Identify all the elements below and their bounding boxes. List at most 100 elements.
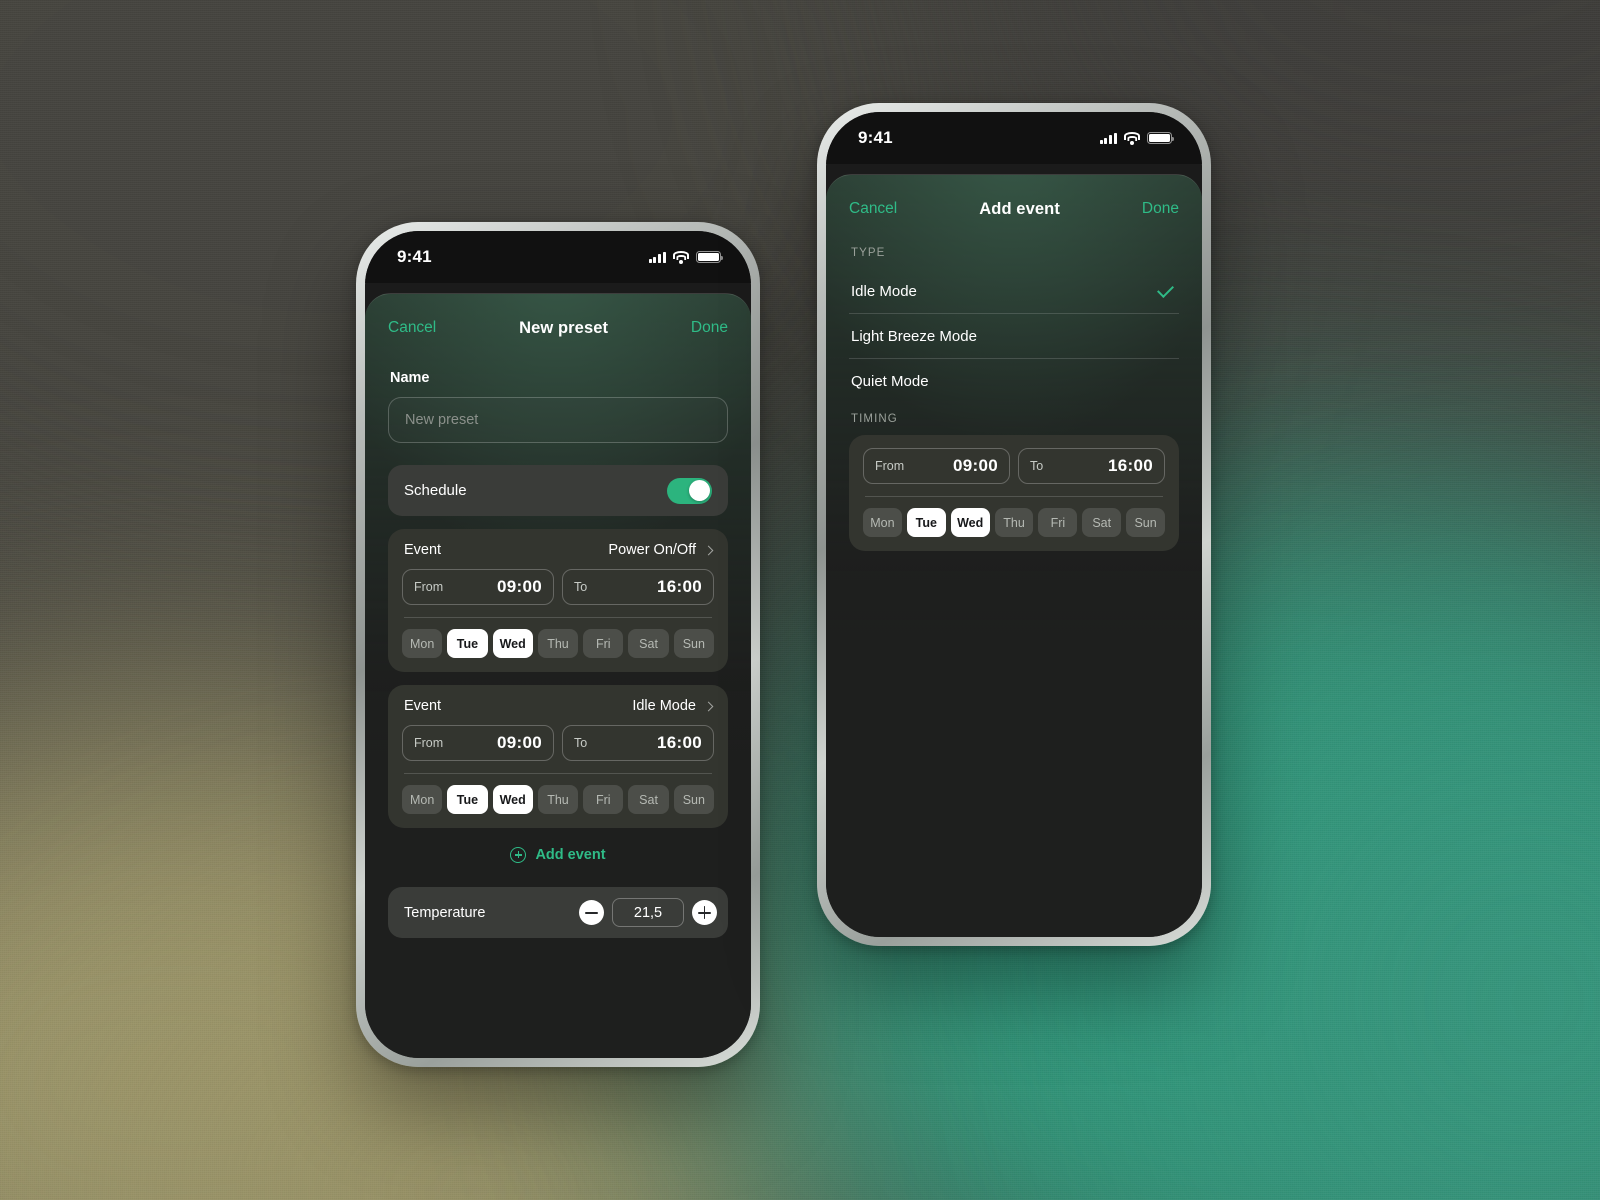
from-time-field[interactable]: From 09:00: [402, 725, 554, 761]
day-chip-wed[interactable]: Wed: [950, 508, 990, 537]
temperature-stepper: 21,5: [579, 898, 717, 927]
to-label: To: [1030, 459, 1044, 473]
plus-circle-icon[interactable]: [692, 900, 717, 925]
day-chip-mon[interactable]: Mon: [402, 785, 443, 814]
cellular-bars-icon: [648, 251, 666, 263]
background-canvas: [0, 0, 1600, 1200]
page-title: Add event: [979, 199, 1060, 218]
done-button[interactable]: Done: [1142, 200, 1179, 218]
temperature-row: Temperature 21,5: [388, 887, 728, 938]
day-chip-tue[interactable]: Tue: [447, 785, 488, 814]
event-label: Event: [404, 698, 442, 714]
phone-screen-add-event: 9:41 Control Heating Cancel Add event Do…: [826, 112, 1202, 937]
event-card: Event Idle Mode From 09:00 To 16:00 Mon …: [388, 685, 728, 828]
minus-circle-icon[interactable]: [579, 900, 604, 925]
battery-full-icon: [1147, 132, 1175, 144]
day-chip-sat[interactable]: Sat: [628, 785, 669, 814]
type-option-label: Idle Mode: [851, 282, 917, 300]
to-value: 16:00: [657, 577, 702, 596]
chevron-right-icon: [703, 545, 714, 555]
day-chip-thu[interactable]: Thu: [537, 629, 579, 658]
to-time-field[interactable]: To 16:00: [562, 725, 714, 761]
temperature-value[interactable]: 21,5: [612, 898, 684, 927]
from-label: From: [414, 580, 444, 594]
from-value: 09:00: [497, 733, 542, 752]
from-value: 09:00: [953, 456, 998, 475]
to-time-field[interactable]: To 16:00: [1018, 448, 1165, 484]
timing-card: From 09:00 To 16:00 Mon Tue Wed Thu Fri …: [849, 435, 1179, 551]
event-card: Event Power On/Off From 09:00 To 16:00 M…: [388, 529, 728, 672]
event-value: Power On/Off: [608, 542, 696, 558]
add-event-label: Add event: [535, 847, 606, 863]
schedule-toggle[interactable]: [667, 477, 712, 504]
type-option-list: Idle Mode Light Breeze Mode Quiet Mode: [849, 269, 1179, 403]
schedule-label: Schedule: [404, 482, 467, 499]
check-icon: [1157, 280, 1174, 298]
type-option-quiet-mode[interactable]: Quiet Mode: [849, 359, 1179, 403]
schedule-row[interactable]: Schedule: [388, 465, 728, 516]
day-chip-sun[interactable]: Sun: [1126, 508, 1166, 537]
phone-add-event: 9:41 Control Heating Cancel Add event Do…: [817, 103, 1211, 946]
day-chip-tue[interactable]: Tue: [447, 629, 488, 658]
divider: [404, 617, 712, 618]
to-label: To: [574, 580, 588, 594]
day-selector: Mon Tue Wed Thu Fri Sat Sun: [402, 629, 714, 658]
day-chip-fri[interactable]: Fri: [583, 629, 624, 658]
time-range-row: From 09:00 To 16:00: [863, 448, 1165, 484]
phone-new-preset: 9:41 Control Heating Cancel New preset D…: [356, 222, 760, 1067]
done-button[interactable]: Done: [691, 319, 728, 337]
type-option-light-breeze-mode[interactable]: Light Breeze Mode: [849, 314, 1179, 358]
type-option-label: Quiet Mode: [851, 372, 929, 390]
phone-screen-new-preset: 9:41 Control Heating Cancel New preset D…: [365, 231, 751, 1058]
cancel-button[interactable]: Cancel: [388, 319, 436, 337]
from-time-field[interactable]: From 09:00: [863, 448, 1010, 484]
day-chip-tue[interactable]: Tue: [906, 508, 946, 537]
timing-section-label: TIMING: [851, 413, 898, 425]
day-chip-sat[interactable]: Sat: [628, 629, 669, 658]
type-option-label: Light Breeze Mode: [851, 327, 977, 345]
day-chip-fri[interactable]: Fri: [583, 785, 624, 814]
add-event-button[interactable]: Add event: [388, 847, 728, 863]
day-chip-sun[interactable]: Sun: [673, 629, 714, 658]
day-chip-sat[interactable]: Sat: [1082, 508, 1122, 537]
day-chip-wed[interactable]: Wed: [492, 629, 533, 658]
status-bar-time: 9:41: [858, 128, 893, 147]
type-section-label: TYPE: [851, 247, 886, 259]
type-option-idle-mode[interactable]: Idle Mode: [849, 269, 1179, 313]
to-value: 16:00: [657, 733, 702, 752]
status-bar-icons: [1099, 132, 1175, 145]
day-chip-mon[interactable]: Mon: [863, 508, 902, 537]
day-chip-mon[interactable]: Mon: [402, 629, 443, 658]
to-time-field[interactable]: To 16:00: [562, 569, 714, 605]
day-chip-wed[interactable]: Wed: [492, 785, 533, 814]
wifi-icon: [673, 251, 689, 264]
event-value: Idle Mode: [632, 698, 696, 714]
event-label: Event: [404, 542, 442, 558]
status-bar: 9:41: [365, 231, 751, 283]
event-type-selector[interactable]: Event Power On/Off: [402, 542, 714, 558]
modal-sheet-add-event: Cancel Add event Done TYPE Idle Mode Lig…: [826, 174, 1202, 937]
day-chip-fri[interactable]: Fri: [1038, 508, 1078, 537]
day-chip-sun[interactable]: Sun: [673, 785, 714, 814]
to-value: 16:00: [1108, 456, 1153, 475]
chevron-right-icon: [703, 701, 714, 711]
from-time-field[interactable]: From 09:00: [402, 569, 554, 605]
temperature-label: Temperature: [404, 904, 486, 921]
sheet-navbar: Cancel New preset Done: [388, 294, 728, 356]
sheet-navbar: Cancel Add event Done: [849, 175, 1179, 237]
event-type-selector[interactable]: Event Idle Mode: [402, 698, 714, 714]
day-chip-thu[interactable]: Thu: [537, 785, 579, 814]
day-chip-thu[interactable]: Thu: [994, 508, 1034, 537]
status-bar-icons: [648, 251, 724, 264]
from-value: 09:00: [497, 577, 542, 596]
cellular-bars-icon: [1099, 132, 1117, 144]
name-label: Name: [390, 370, 430, 386]
status-bar-time: 9:41: [397, 247, 432, 266]
day-selector: Mon Tue Wed Thu Fri Sat Sun: [863, 508, 1166, 537]
from-label: From: [875, 459, 905, 473]
status-bar: 9:41: [826, 112, 1202, 164]
battery-full-icon: [696, 251, 724, 263]
cancel-button[interactable]: Cancel: [849, 200, 897, 218]
day-selector: Mon Tue Wed Thu Fri Sat Sun: [402, 785, 714, 814]
name-input[interactable]: New preset: [388, 397, 728, 443]
